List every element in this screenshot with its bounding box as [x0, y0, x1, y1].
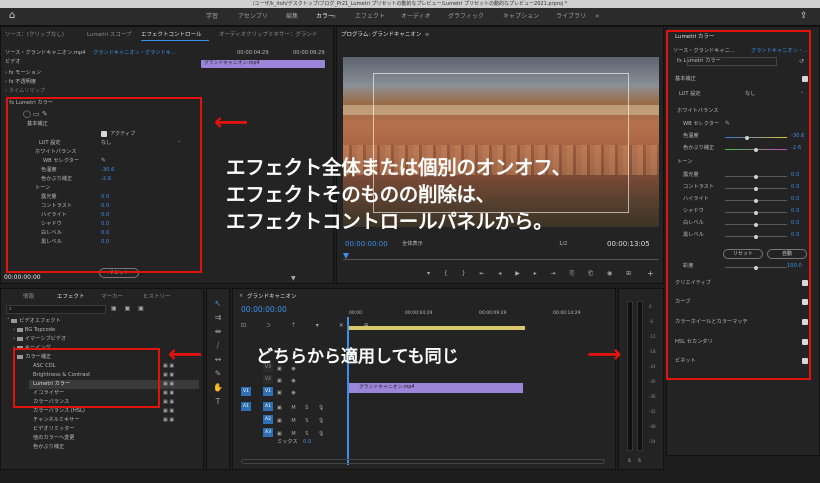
- track-v2-toggle[interactable]: V2: [263, 375, 273, 384]
- razor-icon[interactable]: ⧸: [213, 341, 223, 351]
- effect-badge-icons: ▣ ▣ ▣ ▣ ▣ ▣ ▣ ▣ ▣ ▣ ▣ ▣ ▣ ▣: [163, 363, 175, 423]
- timecode-end: 00:00:09:29: [293, 50, 325, 56]
- workspace-graphics[interactable]: グラフィック: [445, 11, 487, 23]
- timeline-title: グランドキャニオン: [247, 294, 297, 300]
- arrow-left-bottom-icon: ⟵: [168, 340, 203, 368]
- track-a3-toggle[interactable]: A3: [263, 428, 273, 437]
- program-menu-icon[interactable]: ≡: [425, 32, 429, 38]
- timeline-clip[interactable]: グランドキャニオン.mp4: [349, 383, 523, 393]
- meter-solo-left[interactable]: S: [628, 457, 631, 466]
- workspace-assembly[interactable]: アセンブリ: [235, 11, 271, 23]
- a1-source-patch[interactable]: A1: [241, 402, 251, 411]
- ruler-1: 00:00:04:29: [405, 311, 433, 316]
- workspace-learn[interactable]: 学習: [203, 11, 221, 23]
- effects-item-tint[interactable]: 色かぶり補正: [33, 443, 64, 452]
- timeline-timecode[interactable]: 00:00:00:00: [241, 305, 287, 314]
- tab-source[interactable]: ソース：(クリップなし): [5, 30, 64, 41]
- effects-search-input[interactable]: [6, 305, 106, 314]
- ripple-edit-icon[interactable]: ⇹: [213, 327, 223, 337]
- effect-motion[interactable]: › fx モーション: [5, 69, 41, 78]
- track-a1-toggle[interactable]: A1: [263, 402, 273, 411]
- annotation-box-effect-controls: [6, 97, 202, 273]
- tab-lumetri-scopes[interactable]: Lumetri スコープ: [87, 30, 132, 41]
- track-a2-toggle[interactable]: A2: [263, 415, 273, 424]
- audio-track-icons[interactable]: ▣ M S 🎙 ▣ M S 🎙 ▣ M S 🎙: [277, 402, 328, 441]
- mix-value[interactable]: 0.0: [303, 438, 311, 447]
- audio-meter: 0 -6 -12 -18 -24 -30 -36 -42 -48 -54 S S: [618, 288, 664, 470]
- fit-select[interactable]: 全体表示: [402, 240, 423, 249]
- transport-controls[interactable]: ▾ { } ⇤ ◂ ▶ ▸ ⇥ ⎘ ⎗ ◉ ⊞: [427, 270, 637, 278]
- arrow-left-top-icon: ⟵: [214, 108, 249, 136]
- annotation-line4: どちらから適用しても同じ: [256, 347, 459, 367]
- pen-icon[interactable]: ✎: [213, 369, 223, 379]
- add-button-icon[interactable]: +: [647, 269, 654, 278]
- effects-item-color-balance-hsl[interactable]: カラーバランス (HSL): [33, 407, 85, 416]
- annotation-line2: エフェクトそのものの削除は、: [226, 183, 495, 206]
- menu-icon[interactable]: ≡: [332, 14, 336, 20]
- effects-item-change-color[interactable]: 他のカラーへ変更: [33, 434, 75, 443]
- workspace-libraries[interactable]: ライブラリ: [553, 11, 589, 23]
- timeline-clip-label: グランドキャニオン.mp4: [359, 385, 415, 390]
- tab-history[interactable]: ヒストリー: [143, 292, 171, 303]
- video-label: ビデオ: [5, 59, 21, 65]
- share-icon[interactable]: ⇪: [800, 11, 808, 21]
- quality-select[interactable]: 1/2: [559, 240, 567, 249]
- sequence-clip-label[interactable]: グランドキャニオン・グランドキ...: [93, 49, 176, 58]
- annotation-line3: エフェクトコントロールパネルから。: [226, 210, 553, 233]
- selection-tool-icon[interactable]: ↖: [213, 299, 223, 309]
- program-timecode[interactable]: 00:00:00:00: [345, 240, 388, 249]
- ec-timecode: 00:00:00:00: [4, 274, 41, 281]
- home-icon[interactable]: ⌂: [9, 11, 19, 21]
- workspace-effects[interactable]: エフェクト: [352, 11, 388, 23]
- effect-time-remap[interactable]: › タイムリマップ: [5, 87, 45, 96]
- tab-info[interactable]: 情報: [23, 292, 34, 303]
- timecode-start: 00:00:04:29: [237, 50, 269, 56]
- tab-markers[interactable]: マーカー: [101, 292, 123, 303]
- program-duration: 00:00:13:05: [607, 240, 650, 248]
- work-area-bar[interactable]: [349, 326, 525, 330]
- mix-label: ミックス: [277, 439, 298, 445]
- window-title: /ユーザ/k_itoh/デスクトップ/ブログ_Pr21_Lumetri プリセッ…: [0, 0, 820, 8]
- timeline-close-icon[interactable]: ×: [239, 293, 243, 299]
- tools-panel: ↖ ⇉ ⇹ ⧸ ↔ ✎ ✋ T: [206, 288, 230, 470]
- meter-solo-right[interactable]: S: [638, 457, 641, 466]
- meter-scale: 0 -6 -12 -18 -24 -30 -36 -42 -48 -54: [649, 304, 656, 444]
- video-track-icons[interactable]: ▣ ◉ ▣ ◉ ▣ ◉: [277, 363, 300, 399]
- filter-icon[interactable]: ▼: [291, 275, 296, 282]
- source-clip-label[interactable]: ソース・グランドキャニオン.mp4: [5, 49, 85, 58]
- ruler-0: 00:00: [349, 311, 362, 316]
- annotation-line1: エフェクト全体または個別のオンオフ、: [226, 156, 571, 179]
- workspace-edit[interactable]: 編集: [283, 11, 301, 23]
- ruler-3: 00:00:14:29: [553, 311, 581, 316]
- arrow-right-icon: ⟶: [587, 340, 622, 368]
- tab-effects[interactable]: エフェクト: [57, 292, 85, 303]
- ruler-2: 00:00:09:29: [479, 311, 507, 316]
- program-title: プログラム: グランドキャニオン: [341, 32, 422, 38]
- more-icon[interactable]: »: [595, 12, 599, 20]
- effect-opacity[interactable]: › fx 不透明度: [5, 78, 36, 87]
- annotation-box-effects-list: [13, 348, 160, 408]
- timeline-scrollbar[interactable]: [241, 459, 605, 464]
- effects-item-video-limiter[interactable]: ビデオリミッター: [33, 425, 75, 434]
- effects-item-immersive[interactable]: › イマーシブビデオ: [13, 335, 66, 344]
- workspace-bar: ⌂ 学習 アセンブリ 編集 カラー ≡ エフェクト オーディオ グラフィック キ…: [0, 8, 820, 26]
- tab-audio-mixer[interactable]: オーディオクリップミキサー：グランド: [219, 30, 318, 41]
- workspace-audio[interactable]: オーディオ: [398, 11, 434, 23]
- workspace-captions[interactable]: キャプション: [500, 11, 542, 23]
- effects-item-video[interactable]: ˅ ビデオエフェクト: [7, 317, 61, 326]
- track-select-icon[interactable]: ⇉: [213, 313, 223, 323]
- hand-icon[interactable]: ✋: [213, 383, 223, 393]
- type-icon[interactable]: T: [213, 397, 223, 407]
- annotation-box-lumetri: [666, 30, 811, 380]
- v1-source-patch[interactable]: V1: [241, 387, 251, 396]
- search-icon: ⌕: [9, 306, 12, 312]
- slip-icon[interactable]: ↔: [213, 355, 223, 365]
- preset-icons[interactable]: ▣ ▣ ▣: [111, 305, 147, 312]
- clip-bar[interactable]: グランドキャニオン.mp4: [201, 60, 325, 68]
- effects-item-bg[interactable]: › BG Topcode: [13, 326, 55, 335]
- timeline-panel: × グランドキャニオン 00:00:00:00 ⊡ ⊃ ⇡ ▾ ✕ ⊕ 00:0…: [232, 288, 616, 470]
- clip-name: グランドキャニオン.mp4: [204, 61, 260, 66]
- effects-item-channel-mixer[interactable]: チャンネルミキサー: [33, 416, 80, 425]
- track-v1-toggle[interactable]: V1: [263, 387, 273, 396]
